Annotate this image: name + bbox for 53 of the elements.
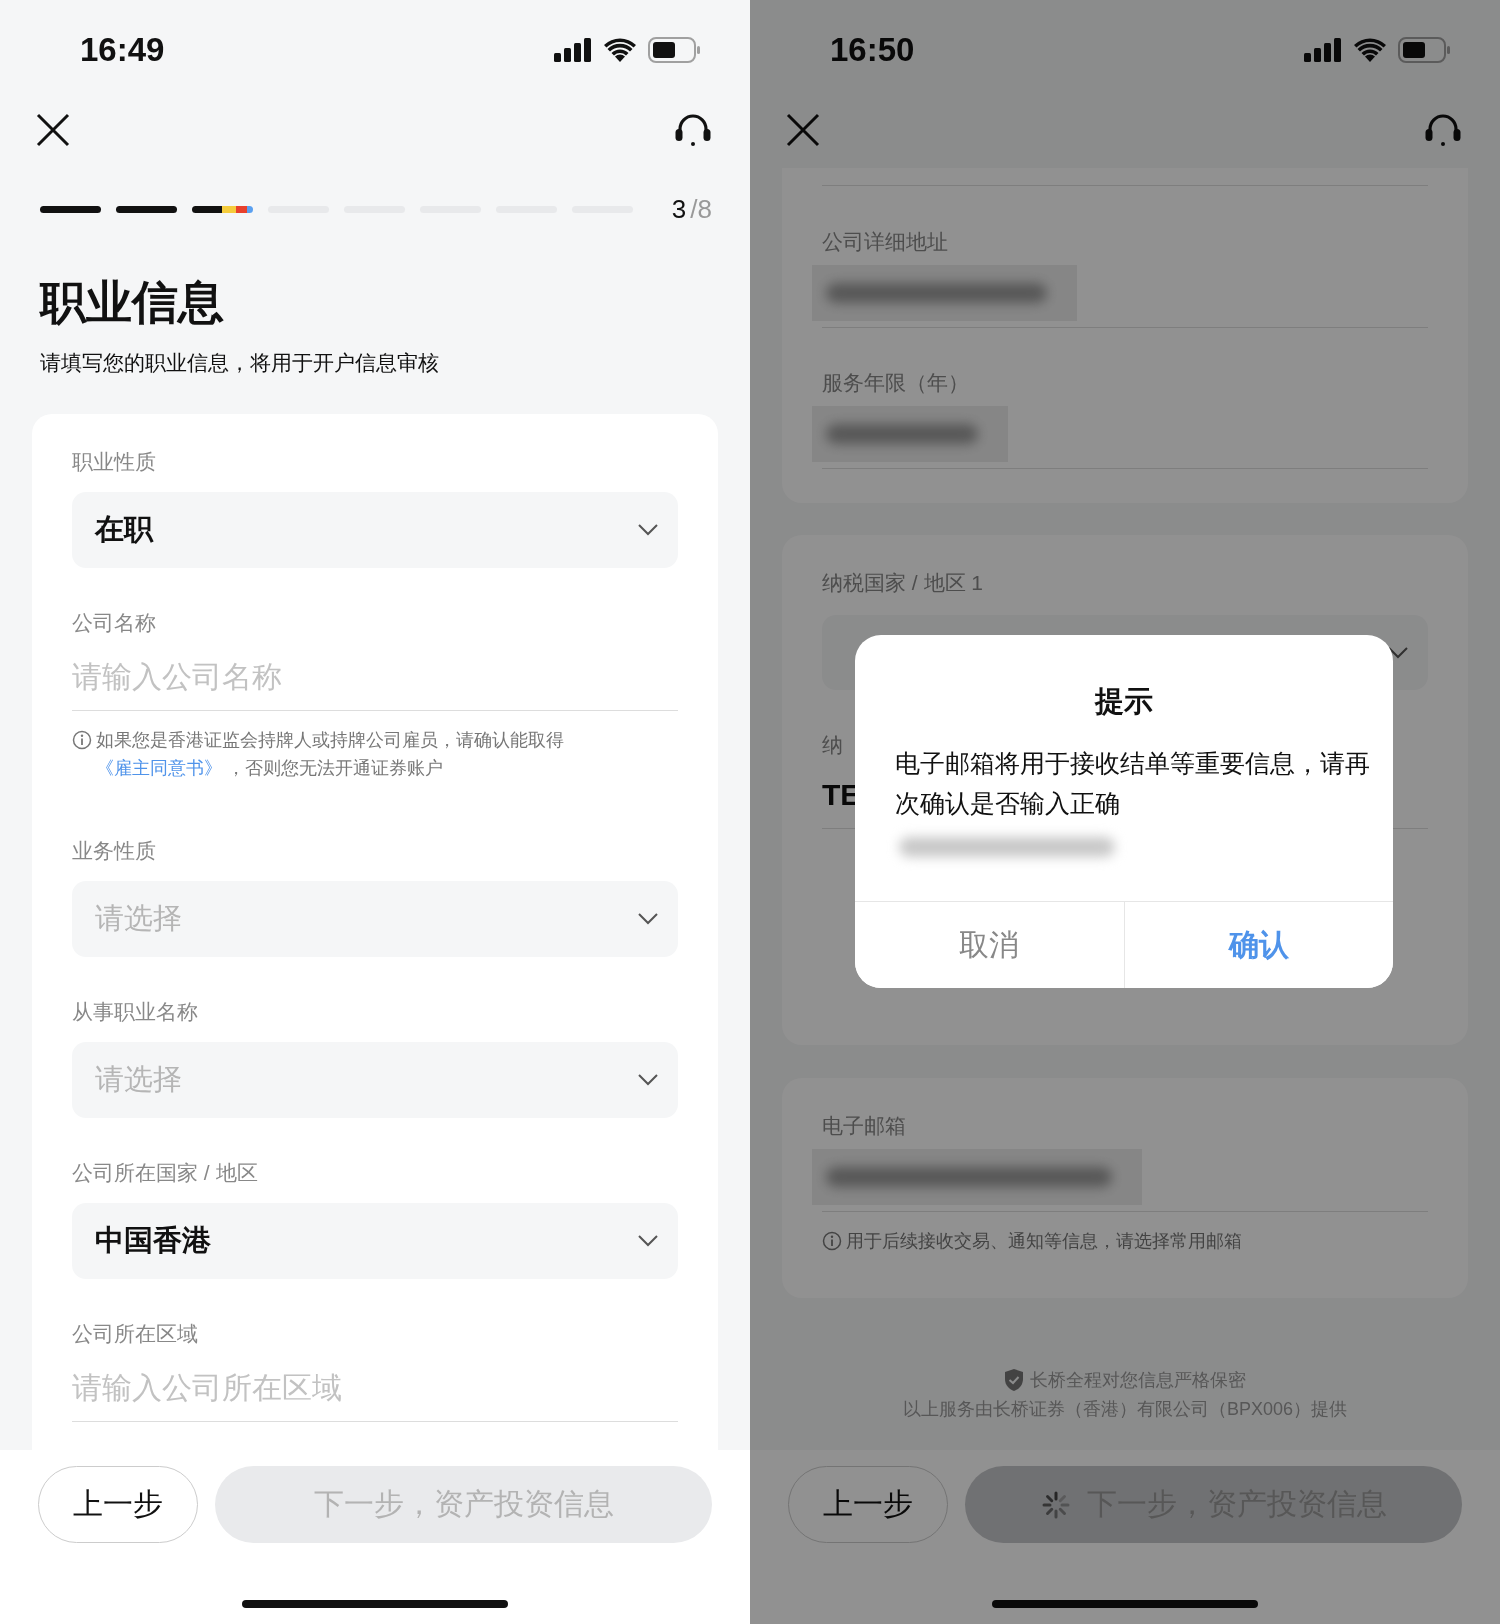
- progress-segment: [40, 205, 101, 213]
- field-label: 从事职业名称: [72, 999, 199, 1025]
- field-label: 纳税国家 / 地区 1: [822, 570, 985, 596]
- chevron-icon: [638, 913, 658, 925]
- info-icon: [72, 730, 92, 750]
- field-label: 电子邮箱: [822, 1113, 907, 1139]
- help-text: 如果您是香港证监会持牌人或持牌公司雇员，请确认能取得 《雇主同意书》 ，否则您无法开通证券账户: [96, 729, 565, 780]
- headset-icon[interactable]: [1424, 113, 1462, 147]
- status-time: 16:50: [830, 31, 915, 69]
- next-button[interactable]: 下一步，资产投资信息: [215, 1466, 712, 1543]
- progress-segment: [192, 205, 253, 213]
- dialog-message: 电子邮箱将用于接收结单等重要信息，请再次确认是否输入正确: [894, 748, 1371, 819]
- signal-icon: [554, 38, 592, 62]
- field-label: 公司所在国家 / 地区: [72, 1160, 259, 1186]
- battery-icon: [1398, 37, 1450, 63]
- select-field[interactable]: 中国香港: [72, 1203, 678, 1279]
- input-field[interactable]: 请输入公司所在区域: [72, 1367, 678, 1422]
- field-label: 公司所在区域: [72, 1321, 199, 1347]
- chevron-icon: [1388, 646, 1408, 659]
- help-text: 用于后续接收交易、通知等信息，请选择常用邮箱: [846, 1230, 1242, 1253]
- field-label: 职业性质: [72, 449, 157, 475]
- step-current: 3: [671, 193, 687, 224]
- chevron-icon: [638, 524, 658, 536]
- field-label: 服务年限（年）: [822, 370, 970, 396]
- headset-icon[interactable]: [674, 113, 712, 147]
- input-field[interactable]: 请输入公司名称: [72, 656, 678, 711]
- back-button[interactable]: 上一步: [38, 1466, 198, 1543]
- field-label: 业务性质: [72, 838, 157, 864]
- select-field[interactable]: 请选择: [72, 881, 678, 957]
- wifi-icon: [604, 38, 636, 62]
- status-time: 16:49: [80, 31, 165, 69]
- field-label: 公司详细地址: [822, 229, 949, 255]
- signal-icon: [1304, 38, 1342, 62]
- chevron-icon: [638, 1235, 658, 1247]
- step-total: /8: [690, 193, 712, 224]
- battery-icon: [648, 37, 700, 63]
- confirm-button[interactable]: 确认: [1123, 902, 1393, 988]
- progress-segment: [116, 205, 177, 213]
- page-subtitle: 请填写您的职业信息，将用于开户信息审核: [40, 350, 440, 376]
- field-label: 纳: [822, 732, 844, 758]
- select-field[interactable]: 在职: [72, 492, 678, 568]
- chevron-icon: [638, 1074, 658, 1086]
- agreement-link[interactable]: 《雇主同意书》: [96, 758, 222, 778]
- dialog-title: 提示: [1093, 684, 1154, 719]
- select-field[interactable]: 请选择: [72, 1042, 678, 1118]
- close-icon[interactable]: [36, 113, 70, 147]
- info-icon: [822, 1231, 842, 1251]
- page-title: 职业信息: [40, 275, 225, 330]
- wifi-icon: [1354, 38, 1386, 62]
- close-icon[interactable]: [786, 113, 820, 147]
- field-label: 公司名称: [72, 610, 157, 636]
- shield-icon: [1004, 1369, 1024, 1391]
- back-button[interactable]: 上一步: [788, 1466, 948, 1543]
